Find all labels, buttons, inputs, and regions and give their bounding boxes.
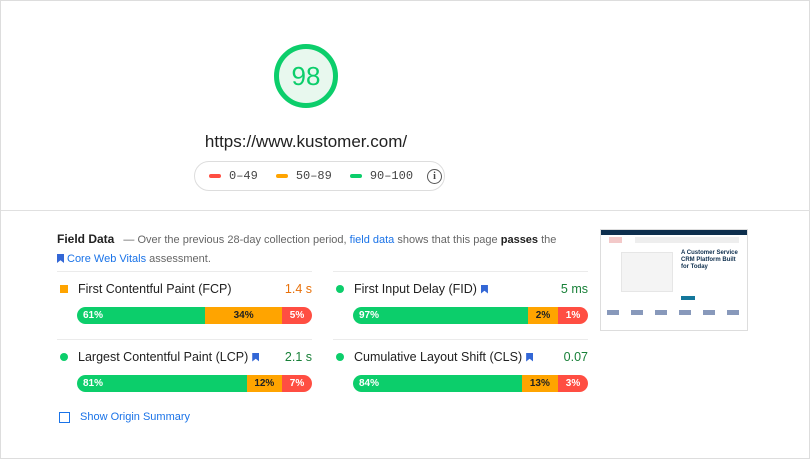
metric-value: 0.07 — [563, 350, 588, 364]
distribution-bar: 97% 2% 1% — [353, 307, 588, 324]
legend-fail: 0–49 — [209, 169, 258, 183]
metric-cls: Cumulative Layout Shift (CLS) 0.07 84% 1… — [333, 339, 588, 409]
metric-name: First Contentful Paint (FCP) — [78, 282, 232, 296]
show-origin-summary-toggle[interactable]: Show Origin Summary — [59, 411, 190, 423]
bar-poor: 5% — [282, 307, 312, 324]
assessment-status: passes — [500, 234, 539, 246]
bar-good: 97% — [353, 307, 528, 324]
bookmark-icon — [57, 254, 64, 263]
metric-value: 2.1 s — [284, 350, 312, 364]
metric-name: Largest Contentful Paint (LCP) — [78, 350, 249, 364]
bookmark-icon — [480, 284, 488, 294]
legend-average: 50–89 — [275, 169, 332, 183]
performance-score-gauge: 98 — [274, 44, 338, 108]
square-indicator-icon — [60, 285, 68, 293]
score-header: 98 https://www.kustomer.com/ 0–49 50–89 … — [1, 1, 810, 211]
core-web-vitals-link[interactable]: Core Web Vitals — [67, 253, 146, 265]
metric-name: Cumulative Layout Shift (CLS) — [354, 350, 523, 364]
metric-fcp: First Contentful Paint (FCP) 1.4 s 61% 3… — [57, 271, 312, 341]
bar-needs-improvement: 34% — [205, 307, 282, 324]
bar-needs-improvement: 2% — [528, 307, 558, 324]
bookmark-icon — [252, 352, 260, 362]
distribution-bar: 84% 13% 3% — [353, 375, 588, 392]
bar-good: 61% — [77, 307, 206, 324]
circle-indicator-icon — [336, 285, 344, 293]
metric-lcp: Largest Contentful Paint (LCP) 2.1 s 81%… — [57, 339, 312, 409]
bar-needs-improvement: 13% — [521, 375, 558, 392]
metric-fid: First Input Delay (FID) 5 ms 97% 2% 1% — [333, 271, 588, 341]
page-url: https://www.kustomer.com/ — [204, 132, 408, 151]
bar-good: 81% — [77, 375, 247, 392]
bar-poor: 7% — [282, 375, 312, 392]
field-data-link[interactable]: field data — [350, 234, 395, 246]
bar-poor: 1% — [558, 307, 588, 324]
thumbnail-headline: A Customer Service CRM Platform Built fo… — [681, 250, 738, 270]
distribution-bar: 61% 34% 5% — [77, 307, 312, 324]
field-data-description: Field Data — Over the previous 28-day co… — [57, 232, 557, 265]
bar-needs-improvement: 12% — [246, 375, 282, 392]
metric-value: 1.4 s — [284, 282, 312, 296]
checkbox-icon[interactable] — [59, 411, 70, 423]
circle-indicator-icon — [336, 353, 344, 361]
score-legend: 0–49 50–89 90–100 i — [194, 161, 445, 191]
legend-pass: 90–100 — [349, 169, 413, 183]
metric-name: First Input Delay (FID) — [354, 282, 477, 296]
info-icon[interactable]: i — [427, 168, 443, 184]
metric-value: 5 ms — [560, 282, 588, 296]
bookmark-icon — [526, 352, 534, 362]
distribution-bar: 81% 12% 7% — [77, 375, 312, 392]
circle-indicator-icon — [60, 353, 68, 361]
bar-good: 84% — [353, 375, 522, 392]
bar-poor: 3% — [558, 375, 588, 392]
field-data-title: Field Data — [57, 232, 115, 246]
page-screenshot-thumbnail: A Customer Service CRM Platform Built fo… — [600, 229, 748, 331]
